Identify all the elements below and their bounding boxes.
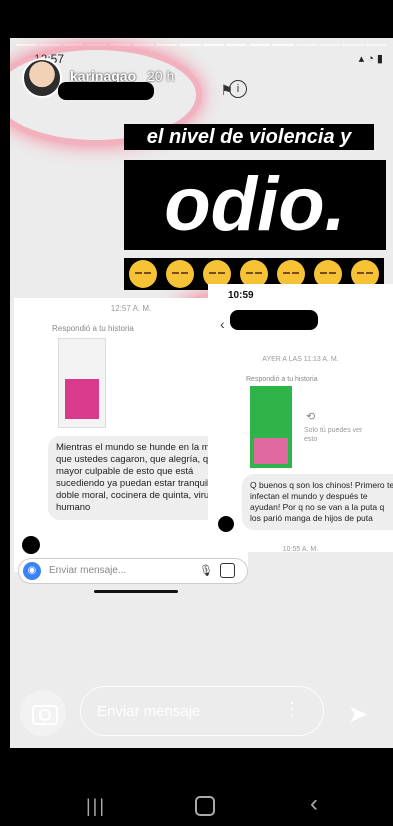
history-note: Solo tú puedes ver esto [304, 427, 363, 443]
reply-placeholder: Enviar mensaje [97, 703, 201, 720]
reply-input[interactable]: Enviar mensaje ⋮ [80, 686, 324, 736]
pensive-face-icon [128, 260, 157, 288]
story-thumbnail [250, 386, 292, 468]
sender-avatar-redacted [22, 536, 40, 554]
home-icon[interactable] [195, 796, 215, 816]
message-input: ◉ Enviar mensaje... 🎙 [18, 558, 248, 584]
story-bigword: odio. [124, 160, 386, 250]
send-icon[interactable]: ➤ [348, 700, 368, 729]
back-chevron-icon: ‹ [220, 316, 225, 332]
sender-avatar-redacted [218, 516, 234, 532]
message-input-placeholder: Enviar mensaje... [49, 565, 127, 576]
message-bubble: Q buenos q son los chinos! Primero te in… [242, 474, 393, 530]
microphone-icon: 🎙 [199, 565, 213, 577]
story-screen: 12:57 ▴ ◔ ▮ karinagao 20 h ⚑ i el nivel … [10, 38, 393, 748]
home-indicator [94, 590, 178, 593]
android-nav-bar: ||| ‹ [0, 748, 393, 826]
recent-apps-icon[interactable]: ||| [86, 796, 106, 817]
right-chat-screenshot: 10:59 ‹ AYER A LAS 11:13 A. M. Respondió… [208, 284, 393, 553]
pensive-face-icon [165, 260, 194, 288]
redaction-bar [230, 310, 318, 330]
info-icon[interactable]: i [229, 80, 247, 98]
story-headline: el nivel de violencia y [124, 124, 374, 150]
more-options-icon[interactable]: ⋮ [283, 699, 301, 720]
replied-label: Respondió a tu historia [246, 376, 318, 383]
status-clock-right: 10:59 [228, 290, 254, 301]
chat-timestamp-2: 10:55 A. M. [282, 546, 319, 553]
history-icon: ⟲ [306, 411, 316, 423]
camera-button[interactable] [20, 690, 66, 736]
image-icon [220, 563, 235, 578]
replied-label: Respondió a tu historia [52, 324, 134, 333]
back-icon[interactable]: ‹ [310, 790, 318, 818]
chat-timestamp: AYER A LAS 11:13 A. M. [262, 356, 339, 363]
camera-icon: ◉ [23, 562, 41, 580]
story-thumbnail [58, 338, 106, 428]
status-icons: ▴ ◔ ▮ [358, 53, 383, 65]
